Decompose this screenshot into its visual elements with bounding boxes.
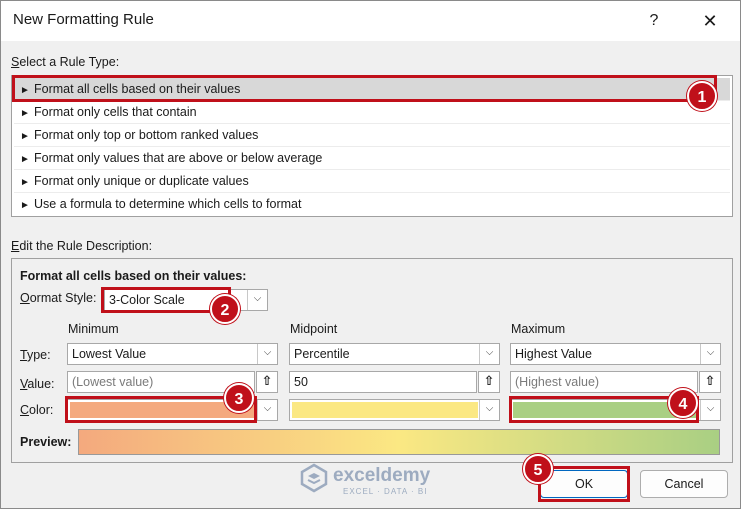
midpoint-color-swatch: [292, 402, 478, 418]
callout-box-rule-type: [12, 75, 717, 102]
type-row-label: Type:: [20, 348, 51, 362]
chevron-down-icon[interactable]: ⌵: [700, 400, 720, 420]
rule-item-formula[interactable]: ► Use a formula to determine which cells …: [14, 193, 730, 216]
triangle-right-icon: ►: [20, 177, 30, 188]
rule-item-unique-duplicate[interactable]: ► Format only unique or duplicate values: [14, 170, 730, 193]
description-heading: Format all cells based on their values:: [20, 269, 247, 283]
midpoint-color-picker[interactable]: ⌵: [289, 399, 500, 421]
chevron-down-icon[interactable]: ⌵: [479, 344, 499, 364]
rule-item-label: Format only cells that contain: [34, 105, 197, 119]
title-bar: New Formatting Rule ? ✕: [1, 1, 740, 41]
rule-item-contain[interactable]: ► Format only cells that contain: [14, 101, 730, 124]
rule-item-label: Use a formula to determine which cells t…: [34, 197, 302, 211]
midpoint-header: Midpoint: [290, 322, 338, 336]
triangle-right-icon: ►: [20, 154, 30, 165]
minimum-type-select[interactable]: Lowest Value ⌵: [67, 343, 278, 365]
midpoint-type-select[interactable]: Percentile ⌵: [289, 343, 500, 365]
callout-badge-1: 1: [687, 81, 717, 111]
collapse-dialog-icon[interactable]: ⇧: [699, 371, 721, 393]
chevron-down-icon[interactable]: ⌵: [700, 344, 720, 364]
callout-badge-4: 4: [668, 388, 698, 418]
midpoint-value-input[interactable]: 50: [289, 371, 477, 393]
new-formatting-rule-dialog: New Formatting Rule ? ✕ Select a Rule Ty…: [0, 0, 741, 509]
rule-item-label: Format only top or bottom ranked values: [34, 128, 259, 142]
rule-item-label: Format only values that are above or bel…: [34, 151, 323, 165]
chevron-down-icon[interactable]: ⌵: [479, 400, 499, 420]
color-row-label: Color:: [20, 403, 54, 417]
close-button[interactable]: ✕: [687, 1, 733, 41]
dialog-title: New Formatting Rule: [13, 11, 154, 28]
collapse-dialog-icon[interactable]: ⇧: [478, 371, 500, 393]
cancel-button[interactable]: Cancel: [640, 470, 728, 498]
callout-badge-3: 3: [224, 383, 254, 413]
triangle-right-icon: ►: [20, 131, 30, 142]
rule-description-label: Edit the Rule Description:: [11, 239, 153, 253]
color-scale-preview: [78, 429, 720, 455]
rule-item-label: Format only unique or duplicate values: [34, 174, 249, 188]
preview-label: Preview:: [20, 435, 72, 449]
triangle-right-icon: ►: [20, 108, 30, 119]
rule-type-label: Select a Rule Type:: [11, 55, 120, 69]
exceldemy-logo-icon: [300, 463, 328, 493]
collapse-dialog-icon[interactable]: ⇧: [256, 371, 278, 393]
callout-badge-2: 2: [210, 294, 240, 324]
maximum-header: Maximum: [511, 322, 566, 336]
watermark-name: exceldemy: [333, 465, 431, 486]
rule-item-average[interactable]: ► Format only values that are above or be…: [14, 147, 730, 170]
chevron-down-icon[interactable]: ⌵: [257, 400, 277, 420]
rule-item-top-bottom[interactable]: ► Format only top or bottom ranked values: [14, 124, 730, 147]
maximum-value-input[interactable]: (Highest value): [510, 371, 698, 393]
value-row-label: Value:: [20, 377, 55, 391]
chevron-down-icon[interactable]: ⌵: [247, 290, 267, 310]
chevron-down-icon[interactable]: ⌵: [257, 344, 277, 364]
triangle-right-icon: ►: [20, 200, 30, 211]
callout-badge-5: 5: [523, 454, 553, 484]
maximum-type-select[interactable]: Highest Value ⌵: [510, 343, 721, 365]
help-button[interactable]: ?: [631, 1, 677, 41]
format-style-label: Oormat Style:: [20, 291, 97, 305]
minimum-header: Minimum: [68, 322, 119, 336]
watermark-tagline: EXCEL · DATA · BI: [343, 487, 428, 496]
